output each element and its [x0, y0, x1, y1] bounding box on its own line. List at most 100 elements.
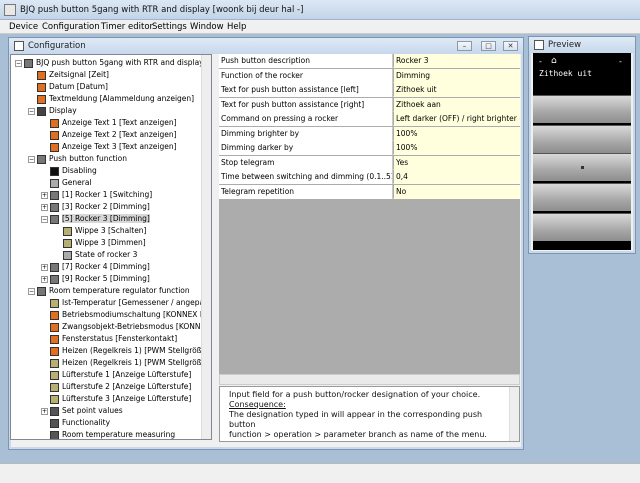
parameter-value[interactable]: Yes	[394, 155, 520, 170]
tree-node[interactable]: Room temperature measuring	[41, 429, 175, 439]
parameter-value[interactable]: Zithoek uit	[394, 83, 520, 97]
expander-icon[interactable]: −	[28, 287, 35, 295]
preview-window-icon	[534, 40, 544, 50]
tree-node[interactable]: Anzeige Text 1 [Text anzeigen]	[41, 117, 177, 129]
help-scrollbar[interactable]	[509, 387, 519, 441]
tree-node[interactable]: Disabling	[41, 165, 97, 177]
menu-timer-editor[interactable]: Timer editor	[101, 22, 153, 32]
close-button[interactable]: ✕	[503, 41, 518, 51]
tree-node[interactable]: − [5] Rocker 3 [Dimming]	[41, 213, 150, 225]
tree-scrollbar[interactable]	[201, 55, 211, 439]
parameter-value[interactable]: No	[394, 184, 520, 199]
expander-icon[interactable]: −	[15, 59, 22, 67]
parameter-name: Stop telegram	[219, 155, 393, 170]
parameter-name: Function of the rocker	[219, 68, 393, 83]
tree-node-label: Lüfterstufe 2 [Anzeige Lüfterstufe]	[62, 382, 192, 391]
tree-node[interactable]: Fensterstatus [Fensterkontakt]	[41, 333, 177, 345]
tree-node[interactable]: Datum [Datum]	[28, 81, 108, 93]
rocker-4[interactable]	[533, 183, 631, 211]
expander-icon[interactable]: −	[28, 107, 35, 115]
tree-node[interactable]: Zeitsignal [Zeit]	[28, 69, 109, 81]
parameter-value[interactable]: 0,4	[394, 170, 520, 184]
tree-node[interactable]: Betriebsmodiumschaltung [KONNEX Betrie	[41, 309, 212, 321]
node-icon	[63, 238, 72, 248]
tree-node[interactable]: Wippe 3 [Dimmen]	[54, 237, 146, 249]
tree-node[interactable]: − BJQ push button 5gang with RTR and disp…	[15, 57, 211, 69]
tree-node[interactable]: Anzeige Text 3 [Text anzeigen]	[41, 141, 177, 153]
node-icon	[63, 226, 72, 236]
rocker-1[interactable]	[533, 95, 631, 123]
tree-node[interactable]: + [1] Rocker 1 [Switching]	[41, 189, 152, 201]
tree-node[interactable]: Heizen (Regelkreis 1) [PWM Stellgröße (W	[41, 357, 211, 369]
tree-node[interactable]: Lüfterstufe 2 [Anzeige Lüfterstufe]	[41, 381, 191, 393]
device-tree[interactable]: − BJQ push button 5gang with RTR and disp…	[10, 54, 212, 440]
expander-icon[interactable]: +	[41, 263, 48, 271]
configuration-title: Configuration	[28, 41, 86, 51]
minimize-button[interactable]: –	[457, 41, 472, 51]
expander-icon[interactable]: +	[41, 275, 48, 283]
node-icon	[50, 142, 59, 152]
node-icon	[50, 406, 59, 416]
node-icon	[50, 166, 59, 176]
tree-node[interactable]: Lüfterstufe 1 [Anzeige Lüfterstufe]	[41, 369, 191, 381]
tree-node[interactable]: − Room temperature regulator function	[28, 285, 190, 297]
menu-configuration[interactable]: Configuration	[42, 22, 100, 32]
menu-window[interactable]: Window	[190, 22, 224, 32]
tree-node[interactable]: General	[41, 177, 92, 189]
menu-settings[interactable]: Settings	[152, 22, 187, 32]
tree-node[interactable]: Zwangsobjekt-Betriebsmodus [KONNEX Be	[41, 321, 211, 333]
tree-node[interactable]: − Display	[28, 105, 77, 117]
tree-node-label: Wippe 3 [Dimmen]	[75, 238, 146, 247]
parameter-row: Command on pressing a rocker Left darker …	[219, 112, 520, 126]
tree-node-label: Push button function	[49, 154, 127, 163]
expander-icon[interactable]: −	[28, 155, 35, 163]
configuration-titlebar[interactable]: Configuration – □ ✕	[9, 38, 523, 54]
tree-node-label: [9] Rocker 5 [Dimming]	[62, 274, 150, 283]
parameter-value[interactable]: Zithoek aan	[394, 97, 520, 112]
help-heading: Consequence:	[229, 400, 286, 409]
menu-help[interactable]: Help	[227, 22, 246, 32]
expander-icon[interactable]: −	[41, 215, 48, 223]
expander-icon[interactable]: +	[41, 203, 48, 211]
parameter-name: Telegram repetition	[219, 184, 393, 199]
tree-node[interactable]: Heizen (Regelkreis 1) [PWM Stellgröße (S…	[41, 345, 211, 357]
preview-titlebar[interactable]: Preview	[529, 37, 635, 53]
parameter-name: Text for push button assistance [right]	[219, 97, 393, 112]
tree-node[interactable]: Functionality	[41, 417, 110, 429]
tree-node-label: [5] Rocker 3 [Dimming]	[62, 214, 150, 223]
tree-node-label: Betriebsmodiumschaltung [KONNEX Betrie	[62, 310, 212, 319]
parameter-row: Time between switching and dimming (0.1.…	[219, 170, 520, 184]
help-text-line: Input field for a push button/rocker des…	[229, 390, 481, 399]
tree-node[interactable]: Anzeige Text 2 [Text anzeigen]	[41, 129, 177, 141]
tree-node[interactable]: Wippe 3 [Schalten]	[54, 225, 147, 237]
menu-device[interactable]: Device	[9, 22, 38, 32]
parameter-horizontal-scrollbar[interactable]	[219, 374, 520, 385]
node-icon	[50, 130, 59, 140]
rocker-5[interactable]	[533, 213, 631, 241]
tree-node[interactable]: − Push button function	[28, 153, 127, 165]
tree-node[interactable]: + [7] Rocker 4 [Dimming]	[41, 261, 150, 273]
parameter-value[interactable]: Dimming	[394, 68, 520, 83]
app-icon	[4, 4, 16, 16]
expander-icon[interactable]: +	[41, 191, 48, 199]
tree-node[interactable]: Ist-Temperatur [Gemessener / angepasster	[41, 297, 211, 309]
tree-node[interactable]: + [3] Rocker 2 [Dimming]	[41, 201, 150, 213]
tree-node-label: Datum [Datum]	[49, 82, 108, 91]
tree-node[interactable]: Lüfterstufe 3 [Anzeige Lüfterstufe]	[41, 393, 191, 405]
parameter-name: Time between switching and dimming (0.1.…	[219, 170, 393, 184]
parameter-value[interactable]: 100%	[394, 141, 520, 155]
parameter-value[interactable]: Left darker (OFF) / right brighter (ON)	[394, 112, 520, 126]
tree-node[interactable]: + [9] Rocker 5 [Dimming]	[41, 273, 150, 285]
tree-node-label: Lüfterstufe 3 [Anzeige Lüfterstufe]	[62, 394, 192, 403]
rocker-2[interactable]	[533, 125, 631, 153]
maximize-button[interactable]: □	[481, 41, 496, 51]
tree-node[interactable]: Textmeldung [Alammeldung anzeigen]	[28, 93, 194, 105]
tree-node[interactable]: + Set point values	[41, 405, 123, 417]
expander-icon[interactable]: +	[41, 407, 48, 415]
parameter-value[interactable]: 100%	[394, 126, 520, 141]
rocker-3[interactable]	[533, 153, 631, 181]
parameter-value[interactable]: Rocker 3	[394, 54, 520, 68]
node-icon	[50, 394, 59, 404]
app-titlebar: BJQ push button 5gang with RTR and displ…	[0, 0, 640, 20]
tree-node[interactable]: State of rocker 3	[54, 249, 137, 261]
